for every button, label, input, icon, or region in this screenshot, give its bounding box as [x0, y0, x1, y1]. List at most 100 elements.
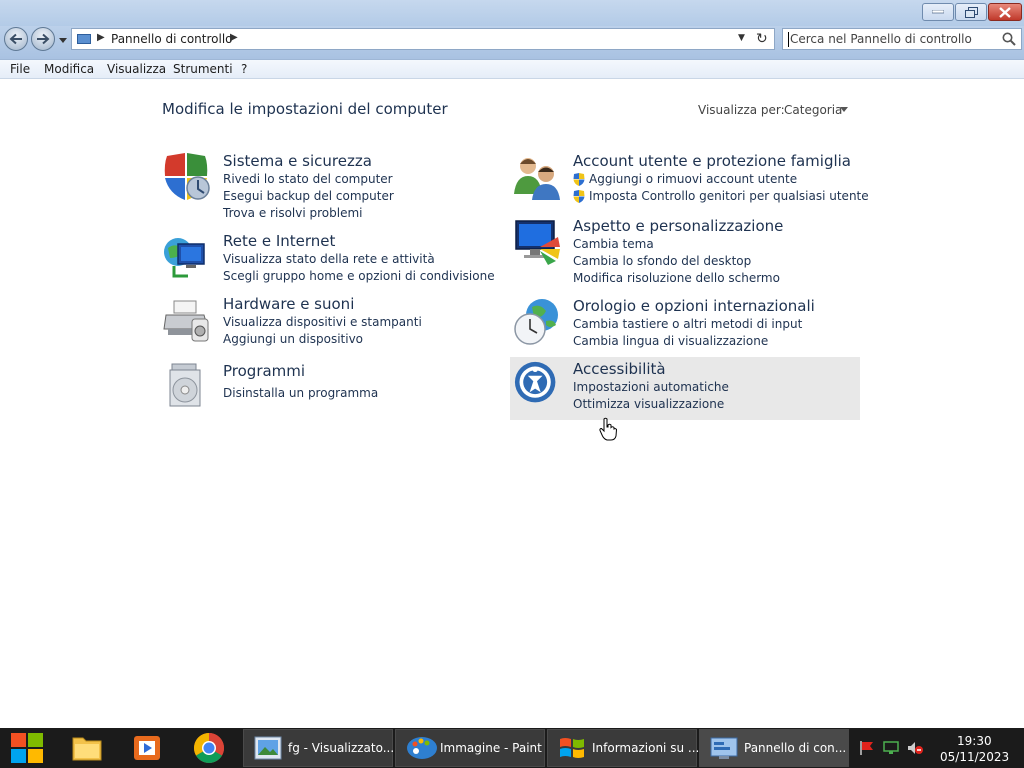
- category-clock-region: Orologio e opzioni internazionali Cambia…: [512, 297, 852, 352]
- category-title[interactable]: Hardware e suoni: [223, 295, 354, 313]
- search-input[interactable]: Cerca nel Pannello di controllo: [782, 28, 1022, 50]
- breadcrumb-chevron-icon[interactable]: ▶: [230, 32, 238, 43]
- link-uninstall-program[interactable]: Disinstalla un programma: [223, 386, 378, 400]
- text-caret: [788, 32, 789, 47]
- link-optimize-display[interactable]: Ottimizza visualizzazione: [573, 397, 724, 411]
- link-change-background[interactable]: Cambia lo sfondo del desktop: [573, 254, 751, 268]
- chevron-down-icon: [59, 37, 67, 43]
- link-add-remove-accounts[interactable]: Aggiungi o rimuovi account utente: [573, 172, 797, 186]
- task-label: fg - Visualizzato...: [288, 741, 395, 755]
- address-history-dropdown[interactable]: ▼: [738, 33, 745, 43]
- close-button[interactable]: [988, 3, 1022, 21]
- monitor-palette-icon: [515, 220, 560, 265]
- action-center-flag-icon[interactable]: [858, 740, 876, 756]
- forward-arrow-icon: [37, 33, 50, 45]
- chrome-pinned[interactable]: [180, 728, 238, 768]
- link-troubleshoot[interactable]: Trova e risolvi problemi: [223, 206, 362, 220]
- minimize-icon: [932, 10, 944, 14]
- windows-flag-icon: [560, 738, 584, 758]
- category-title[interactable]: Rete e Internet: [223, 232, 335, 250]
- category-title[interactable]: Orologio e opzioni internazionali: [573, 297, 815, 315]
- task-paint[interactable]: Immagine - Paint: [395, 729, 545, 767]
- start-button[interactable]: [0, 728, 54, 768]
- menu-view[interactable]: Visualizza: [107, 62, 166, 76]
- category-title[interactable]: Aspetto e personalizzazione: [573, 217, 783, 235]
- link-change-keyboards[interactable]: Cambia tastiere o altri metodi di input: [573, 317, 802, 331]
- restore-button[interactable]: [955, 3, 987, 21]
- volume-muted-icon[interactable]: [906, 740, 924, 756]
- photo-viewer-icon: [254, 736, 282, 760]
- network-status-icon[interactable]: [882, 740, 900, 756]
- menu-tools[interactable]: Strumenti: [173, 62, 233, 76]
- chevron-down-icon[interactable]: [840, 107, 848, 112]
- address-bar[interactable]: ▶ Pannello di controllo ▶ ▼ ↻: [71, 28, 775, 50]
- control-panel-icon: [710, 737, 738, 759]
- windows-logo-icon: [11, 733, 43, 763]
- clock-date[interactable]: 05/11/2023: [940, 750, 1009, 764]
- menu-bar: File Modifica Visualizza Strumenti ?: [0, 60, 1024, 79]
- link-automatic-settings[interactable]: Impostazioni automatiche: [573, 380, 729, 394]
- explorer-pinned[interactable]: [58, 728, 116, 768]
- menu-help[interactable]: ?: [241, 62, 247, 76]
- title-bar: [0, 0, 1024, 26]
- hand-cursor-icon: [599, 417, 617, 441]
- link-change-theme[interactable]: Cambia tema: [573, 237, 654, 251]
- uac-shield-icon: [573, 173, 585, 186]
- link-backup[interactable]: Esegui backup del computer: [223, 189, 394, 203]
- programs-icon: [169, 363, 201, 407]
- menu-file[interactable]: File: [10, 62, 30, 76]
- category-title[interactable]: Account utente e protezione famiglia: [573, 152, 851, 170]
- users-icon: [514, 158, 560, 200]
- link-homegroup[interactable]: Scegli gruppo home e opzioni di condivis…: [223, 269, 495, 283]
- back-button[interactable]: [4, 27, 28, 51]
- control-panel-icon: [77, 34, 91, 44]
- link-screen-resolution[interactable]: Modifica risoluzione dello schermo: [573, 271, 780, 285]
- uac-shield-icon: [573, 190, 585, 203]
- category-hardware-sound: Hardware e suoni Visualizza dispositivi …: [162, 295, 482, 350]
- view-by-dropdown[interactable]: Categoria: [784, 103, 842, 117]
- accessibility-icon: [514, 361, 556, 403]
- task-label: Pannello di con...: [744, 741, 847, 755]
- link-devices-printers[interactable]: Visualizza dispositivi e stampanti: [223, 315, 422, 329]
- folder-icon: [72, 737, 102, 761]
- link-parental-controls[interactable]: Imposta Controllo genitori per qualsiasi…: [573, 189, 869, 203]
- clock-globe-icon: [514, 299, 558, 345]
- forward-button[interactable]: [31, 27, 55, 51]
- paint-icon: [407, 737, 437, 759]
- breadcrumb-control-panel[interactable]: Pannello di controllo: [111, 32, 233, 46]
- media-player-pinned[interactable]: [118, 728, 176, 768]
- menu-edit[interactable]: Modifica: [44, 62, 94, 76]
- minimize-button[interactable]: [922, 3, 954, 21]
- task-photo-viewer[interactable]: fg - Visualizzato...: [243, 729, 395, 767]
- task-about-windows[interactable]: Informazioni su ...: [547, 729, 699, 767]
- category-title[interactable]: Programmi: [223, 362, 305, 380]
- search-placeholder: Cerca nel Pannello di controllo: [790, 32, 972, 46]
- category-title[interactable]: Sistema e sicurezza: [223, 152, 372, 170]
- shield-icon: [164, 153, 210, 200]
- link-label: Imposta Controllo genitori per qualsiasi…: [589, 189, 869, 203]
- category-accessibility[interactable]: Accessibilità Impostazioni automatiche O…: [510, 357, 860, 420]
- task-control-panel[interactable]: Pannello di con...: [699, 729, 849, 767]
- control-panel-content: Modifica le impostazioni del computer Vi…: [0, 80, 1024, 728]
- search-icon[interactable]: [1001, 31, 1017, 47]
- category-programs: Programmi Disinstalla un programma: [162, 362, 482, 407]
- breadcrumb-chevron-icon[interactable]: ▶: [97, 32, 105, 43]
- recent-pages-dropdown[interactable]: [58, 36, 68, 44]
- close-icon: [999, 6, 1011, 18]
- clock-time[interactable]: 19:30: [957, 734, 992, 748]
- media-player-icon: [134, 736, 160, 760]
- link-network-status[interactable]: Visualizza stato della rete e attività: [223, 252, 435, 266]
- view-by-label: Visualizza per:: [698, 103, 785, 117]
- category-title[interactable]: Accessibilità: [573, 360, 666, 378]
- category-appearance: Aspetto e personalizzazione Cambia tema …: [512, 217, 852, 287]
- category-network-internet: Rete e Internet Visualizza stato della r…: [162, 232, 495, 287]
- link-review-status[interactable]: Rivedi lo stato del computer: [223, 172, 393, 186]
- taskbar: fg - Visualizzato... Immagine - Paint In…: [0, 728, 1024, 768]
- network-icon: [164, 238, 205, 278]
- category-user-accounts: Account utente e protezione famiglia Agg…: [512, 152, 869, 207]
- link-add-device[interactable]: Aggiungi un dispositivo: [223, 332, 363, 346]
- link-display-language[interactable]: Cambia lingua di visualizzazione: [573, 334, 768, 348]
- task-label: Immagine - Paint: [440, 741, 542, 755]
- refresh-icon[interactable]: ↻: [756, 31, 768, 47]
- restore-icon: [964, 6, 978, 18]
